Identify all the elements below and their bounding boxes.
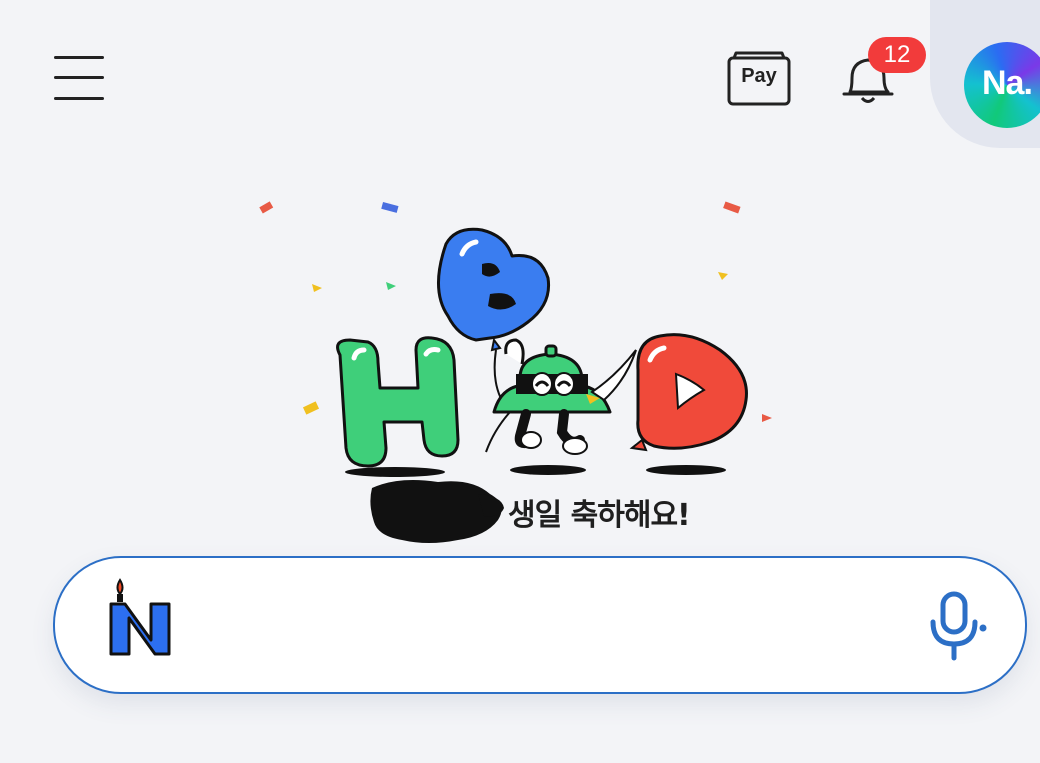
search-input[interactable] xyxy=(205,598,909,654)
avatar[interactable]: Na. xyxy=(964,42,1040,128)
birthday-message: 생일 축하해요! xyxy=(508,498,691,533)
menu-line xyxy=(54,56,104,59)
birthday-doodle-illustration xyxy=(259,201,772,477)
menu-line xyxy=(54,76,104,79)
microphone-icon xyxy=(930,591,987,661)
balloon-d xyxy=(629,333,748,452)
redacted-name-scribble xyxy=(370,480,504,543)
hamburger-menu-icon[interactable] xyxy=(50,52,108,106)
pay-label: Pay xyxy=(741,65,777,87)
birthday-candle-n-logo-icon xyxy=(109,578,171,656)
menu-line xyxy=(54,97,104,100)
pay-button[interactable]: Pay xyxy=(726,50,792,108)
notification-count-badge: 12 xyxy=(868,37,926,73)
green-mascot xyxy=(492,338,637,455)
avatar-initials: Na. xyxy=(982,64,1033,102)
search-box[interactable] xyxy=(53,556,1027,694)
balloon-h xyxy=(336,336,460,468)
